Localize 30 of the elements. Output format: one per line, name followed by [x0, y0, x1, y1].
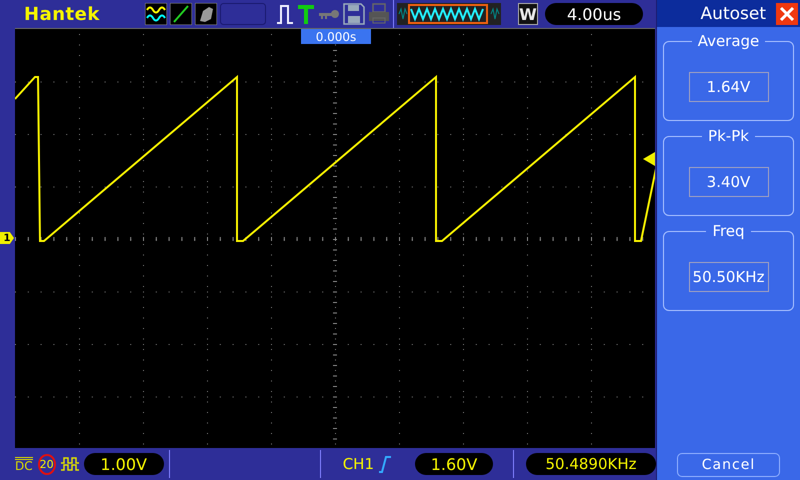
waveform-overview-icon[interactable]: [397, 3, 501, 25]
volts-per-div-value[interactable]: 1.00V: [84, 453, 164, 475]
waveform-icon[interactable]: [145, 3, 167, 25]
line-icon[interactable]: [170, 3, 192, 25]
panel-title: Autoset: [700, 4, 766, 24]
coupling-label: DC: [15, 456, 33, 472]
trigger-level-arrow-icon[interactable]: [643, 152, 655, 166]
measurement-value: 1.64V: [688, 72, 768, 102]
cancel-button[interactable]: Cancel: [677, 453, 780, 477]
zoom-button[interactable]: W: [518, 3, 538, 25]
trigger-level-value[interactable]: 1.60V: [415, 453, 493, 475]
square-wave-icon: [60, 457, 79, 471]
close-button[interactable]: [776, 2, 798, 24]
measurement-value: 50.50KHz: [688, 262, 768, 292]
channel-marker[interactable]: 1: [0, 232, 14, 244]
measurement-label: Freq: [706, 222, 751, 240]
trigger-icon[interactable]: [297, 3, 315, 25]
trigger-position-marker[interactable]: 0.000s: [301, 29, 371, 44]
frequency-value: 50.4890KHz: [526, 453, 656, 475]
rising-edge-icon: [379, 455, 391, 473]
measurement-label: Average: [692, 32, 766, 50]
bandwidth-limit-badge: 20: [38, 454, 56, 474]
trigger-source-label: CH1: [342, 455, 374, 473]
brand-logo: Hantek: [24, 4, 101, 24]
pulse-icon[interactable]: [276, 3, 294, 25]
measurement-value: 3.40V: [688, 167, 768, 197]
save-icon[interactable]: [343, 3, 365, 25]
timebase-value: 4.00us: [545, 3, 643, 25]
persistence-icon[interactable]: [195, 3, 217, 25]
empty-slot-icon: [220, 3, 266, 25]
